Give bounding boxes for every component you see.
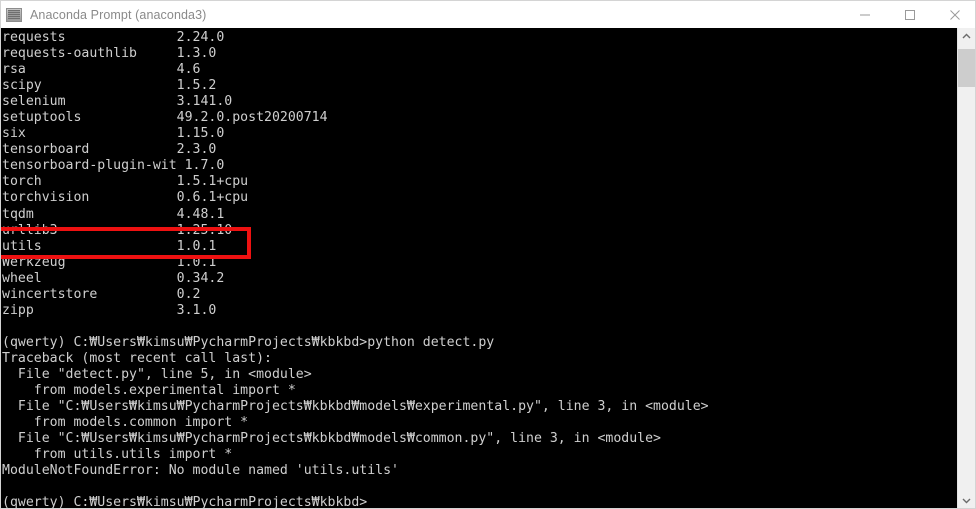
console-text: requests 2.24.0 requests-oauthlib 1.3.0 … [2,30,709,509]
anaconda-prompt-window: Anaconda Prompt (anaconda3) requests 2.2… [0,0,976,509]
console-window-icon [6,7,22,22]
scrollbar-thumb[interactable] [958,49,975,87]
close-icon [949,9,960,20]
title-bar[interactable]: Anaconda Prompt (anaconda3) [1,1,975,28]
scrollbar-up-button[interactable] [958,28,975,45]
maximize-button[interactable] [887,1,932,28]
chevron-down-icon [962,498,971,504]
chevron-up-icon [962,33,971,39]
close-button[interactable] [932,1,975,28]
scrollbar-down-button[interactable] [958,492,975,508]
window-title: Anaconda Prompt (anaconda3) [30,7,207,22]
minimize-icon [859,14,870,15]
console-scrollbar[interactable] [957,28,975,508]
console-output-area[interactable]: requests 2.24.0 requests-oauthlib 1.3.0 … [1,28,975,509]
maximize-icon [904,9,915,20]
scrollbar-track[interactable] [958,45,975,492]
window-controls [842,1,975,28]
minimize-button[interactable] [842,1,887,28]
